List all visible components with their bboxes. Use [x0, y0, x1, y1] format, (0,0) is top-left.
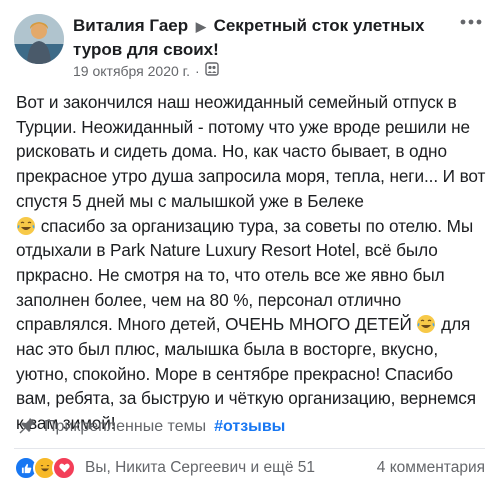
meta-separator: ·	[194, 62, 200, 79]
more-options-button[interactable]	[457, 10, 485, 34]
pinned-topics: Прикрепленные темы #отзывы	[18, 415, 285, 439]
author-name[interactable]: Виталия Гаер	[73, 16, 188, 35]
reactions-text: Вы, Никита Сергеевич и ещё 51	[85, 459, 316, 476]
pin-icon	[18, 416, 36, 439]
post-date[interactable]: 19 октября 2020 г.	[73, 63, 190, 79]
laughing-tears-emoji	[16, 216, 36, 236]
divider	[14, 448, 485, 449]
reactions-summary[interactable]: Вы, Никита Сергеевич и ещё 51	[14, 456, 315, 480]
post-body: Вот и закончился наш неожиданный семейны…	[16, 90, 488, 436]
group-icon	[204, 62, 219, 79]
post-meta: 19 октября 2020 г. ·	[73, 62, 219, 79]
post-paragraph-2: спасибо за организацию тура, за советы п…	[16, 215, 474, 335]
author-avatar[interactable]	[14, 14, 64, 64]
laughing-tears-emoji	[416, 314, 436, 334]
pinned-label: Прикрепленные темы	[44, 418, 207, 435]
pinned-tag-link[interactable]: #отзывы	[214, 418, 285, 436]
comments-count[interactable]: 4 комментария	[377, 456, 485, 480]
post-text-body: Вот и закончился наш неожиданный семейны…	[16, 90, 488, 436]
post-header: Виталия Гаер ▶ Секретный сток улетных ту…	[14, 10, 485, 82]
reaction-icons	[14, 456, 76, 480]
post-paragraph-1: Вот и закончился наш неожиданный семейны…	[16, 92, 486, 211]
post-title: Виталия Гаер ▶ Секретный сток улетных ту…	[73, 14, 443, 61]
arrow-right-icon: ▶	[195, 19, 206, 34]
love-icon	[52, 456, 76, 480]
more-icon	[460, 19, 482, 25]
